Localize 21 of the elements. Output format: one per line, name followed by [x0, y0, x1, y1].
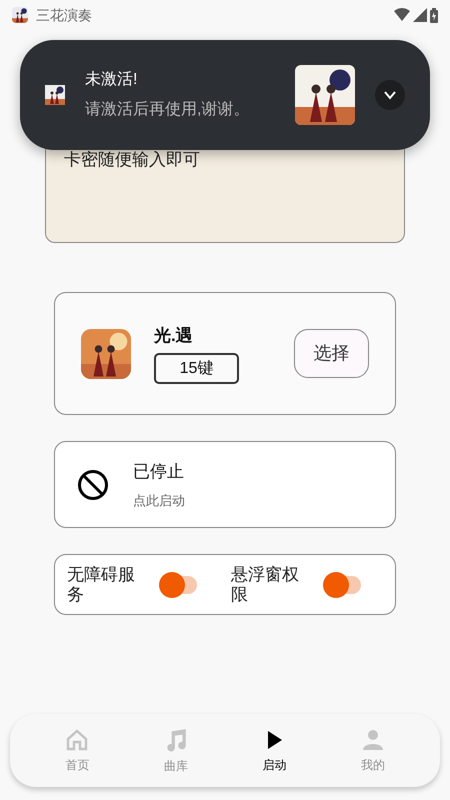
person-icon [360, 728, 385, 752]
notification-toast[interactable]: 未激活! 请激活后再使用,谢谢。 [20, 40, 430, 150]
status-hint: 点此启动 [133, 492, 185, 510]
prohibited-icon [77, 468, 109, 500]
wifi-icon [394, 8, 410, 22]
nav-tab[interactable]: 启动 [225, 728, 324, 774]
status-title: 已停止 [133, 461, 185, 483]
toggle-switch[interactable] [323, 572, 363, 598]
toggle-switch[interactable] [159, 572, 199, 598]
key-count-badge: 15键 [154, 352, 239, 384]
home-icon [65, 728, 90, 752]
permission-label: 悬浮窗权限 [231, 564, 300, 604]
select-button[interactable]: 选择 [294, 329, 369, 378]
notification-title: 未激活! [85, 70, 138, 90]
signal-icon [413, 8, 427, 22]
game-name: 光.遇 [154, 325, 193, 348]
battery-icon [430, 8, 438, 22]
status-card[interactable]: 已停止 点此启动 [54, 441, 396, 528]
app-title: 三花演奏 [36, 6, 92, 24]
expand-button[interactable] [375, 80, 405, 110]
permission-label: 无障碍服务 [67, 564, 136, 604]
